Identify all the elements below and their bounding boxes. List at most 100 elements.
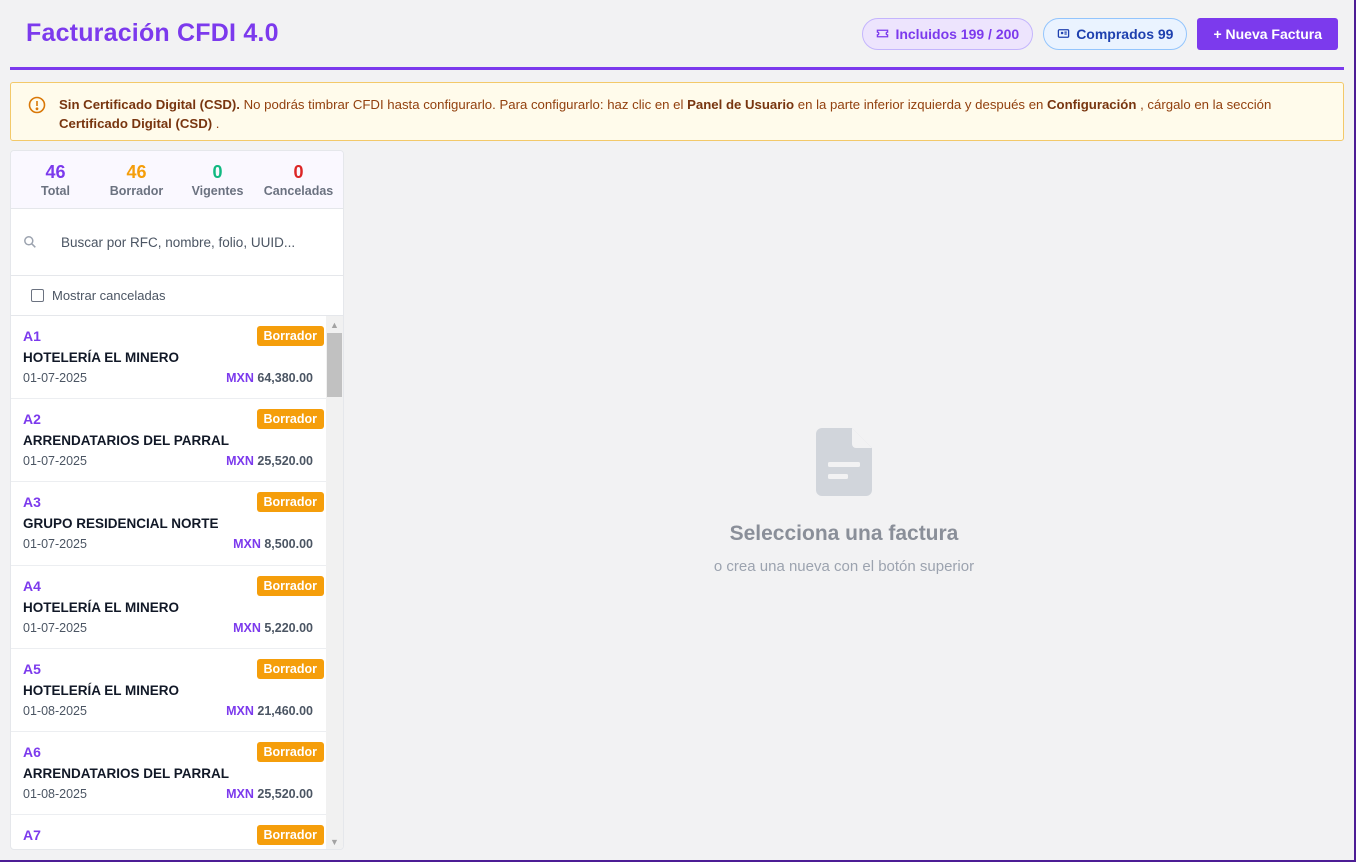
invoice-amount-value: 21,460.00 (257, 703, 313, 718)
invoice-amount: MXN 5,220.00 (233, 620, 315, 636)
stat-cancelled[interactable]: 0 Canceladas (261, 161, 337, 198)
new-invoice-button[interactable]: + Nueva Factura (1197, 17, 1338, 50)
invoice-list-scrollbar[interactable]: ▲ ▼ (326, 316, 343, 849)
stat-total-label: Total (41, 184, 70, 198)
invoice-amount-value: 25,520.00 (257, 786, 313, 801)
warning-text: en la parte inferior izquierda y después… (794, 97, 1048, 112)
invoice-date: 01-07-2025 (23, 371, 87, 385)
search-icon (24, 236, 36, 248)
stat-cancelled-label: Canceladas (263, 184, 334, 198)
stat-total-value: 46 (45, 162, 66, 182)
stat-draft-value: 46 (126, 162, 147, 182)
warning-text: , cárgalo en la sección (1136, 97, 1272, 112)
alert-circle-icon (28, 96, 46, 114)
invoice-amount: MXN 25,520.00 (226, 453, 315, 469)
show-cancelled-label: Mostrar canceladas (52, 288, 166, 303)
invoice-stats: 46 Total 46 Borrador 0 Vigentes 0 Cancel… (11, 151, 343, 209)
scroll-up-arrow-icon[interactable]: ▲ (326, 316, 343, 333)
invoice-currency: MXN (226, 703, 254, 718)
status-badge: Borrador (256, 658, 324, 679)
stat-valid-value: 0 (212, 162, 223, 182)
scroll-down-arrow-icon[interactable]: ▼ (326, 833, 343, 849)
invoice-date: 01-08-2025 (23, 786, 87, 801)
warning-text: No podrás timbrar CFDI hasta configurarl… (239, 97, 688, 112)
invoice-amount: MXN 8,500.00 (233, 536, 315, 552)
warning-configuration-text: Configuración (1047, 97, 1137, 112)
warning-message: Sin Certificado Digital (CSD). No podrás… (59, 95, 1329, 133)
invoice-currency: MXN (226, 786, 254, 801)
invoice-amount: MXN 64,380.00 (226, 370, 315, 386)
invoice-list-item[interactable]: A3 Borrador GRUPO RESIDENCIAL NORTE 01-07-2… (11, 482, 327, 566)
status-badge: Borrador (256, 492, 324, 513)
empty-state-title: Selecciona una factura (729, 522, 959, 545)
included-stamps-label: Incluidos 199 / 200 (895, 25, 1020, 42)
invoice-list: A1 Borrador HOTELERÍA EL MINERO 01-07-2025 M… (11, 316, 327, 849)
stat-draft[interactable]: 46 Borrador (99, 161, 175, 198)
invoice-amount-value: 5,220.00 (264, 620, 313, 635)
invoice-meta-row: 01-07-2025 MXN 5,220.00 (23, 620, 315, 636)
warning-user-panel-text: Panel de Usuario (687, 97, 795, 112)
invoice-date: 01-08-2025 (23, 703, 87, 718)
header-actions: Incluidos 199 / 200 Comprados 99 + Nueva… (862, 17, 1338, 50)
status-badge: Borrador (256, 825, 324, 846)
ticket-icon (877, 29, 889, 38)
invoice-meta-row: 01-08-2025 MXN 21,460.00 (23, 703, 315, 719)
invoice-amount-value: 25,520.00 (257, 454, 313, 469)
included-stamps-pill[interactable]: Incluidos 199 / 200 (862, 17, 1034, 50)
invoice-sidebar: 46 Total 46 Borrador 0 Vigentes 0 Cancel… (10, 150, 344, 850)
bought-stamps-pill[interactable]: Comprados 99 (1043, 17, 1188, 50)
invoice-amount-value: 64,380.00 (257, 371, 313, 385)
invoice-client-name: HOTELERÍA EL MINERO (23, 599, 180, 615)
invoice-currency: MXN (226, 454, 254, 469)
stat-cancelled-value: 0 (293, 162, 304, 182)
stat-valid-label: Vigentes (191, 184, 244, 198)
document-icon (816, 428, 872, 496)
invoice-date: 01-07-2025 (23, 454, 87, 469)
stat-draft-label: Borrador (109, 184, 164, 198)
warning-strong-text: Sin Certificado Digital (CSD). (59, 97, 240, 112)
status-badge: Borrador (256, 575, 324, 596)
warning-text: . (212, 116, 220, 131)
invoice-list-item[interactable]: A4 Borrador HOTELERÍA EL MINERO 01-07-2025 M… (11, 566, 327, 649)
show-cancelled-checkbox[interactable] (31, 289, 44, 302)
invoice-list-item[interactable]: A6 Borrador ARRENDATARIOS DEL PARRAL 01-08-… (11, 732, 327, 816)
invoice-list-item[interactable]: A1 Borrador HOTELERÍA EL MINERO 01-07-2025 M… (11, 316, 327, 400)
empty-state: Selecciona una factura o crea una nueva … (344, 150, 1344, 850)
page-title: Facturación CFDI 4.0 (26, 19, 279, 47)
invoice-date: 01-07-2025 (23, 620, 87, 635)
show-cancelled-filter[interactable]: Mostrar canceladas (11, 276, 343, 316)
invoice-client-name: ARRENDATARIOS DEL PARRAL (23, 433, 230, 449)
search-bar (11, 209, 343, 276)
invoice-list-container: A1 Borrador HOTELERÍA EL MINERO 01-07-2025 M… (11, 316, 343, 849)
empty-state-subtitle: o crea una nueva con el botón superior (713, 558, 975, 575)
status-badge: Borrador (256, 326, 324, 346)
invoice-currency: MXN (233, 620, 261, 635)
status-badge: Borrador (256, 741, 324, 762)
invoice-client-name: HOTELERÍA EL MINERO (23, 682, 180, 698)
invoice-date: 01-07-2025 (23, 537, 87, 552)
page-header: Facturación CFDI 4.0 Incluidos 199 / 200… (10, 0, 1344, 70)
stat-total[interactable]: 46 Total (18, 161, 94, 198)
invoice-client-name: HOTELERÍA EL MINERO (23, 350, 180, 365)
bought-stamps-label: Comprados 99 (1076, 25, 1174, 42)
search-input[interactable] (61, 234, 321, 250)
invoice-list-item[interactable]: A7 Borrador (11, 815, 327, 849)
invoice-meta-row: 01-07-2025 MXN 64,380.00 (23, 370, 315, 386)
invoice-currency: MXN (233, 537, 261, 552)
csd-warning-banner: Sin Certificado Digital (CSD). No podrás… (10, 82, 1344, 141)
invoice-meta-row: 01-07-2025 MXN 8,500.00 (23, 536, 315, 552)
invoice-client-name: GRUPO RESIDENCIAL NORTE (23, 516, 219, 532)
invoice-amount-value: 8,500.00 (264, 537, 313, 552)
invoice-list-item[interactable]: A5 Borrador HOTELERÍA EL MINERO 01-08-2025 M… (11, 649, 327, 732)
invoice-amount: MXN 25,520.00 (226, 786, 315, 802)
invoice-currency: MXN (226, 371, 254, 385)
invoice-meta-row: 01-07-2025 MXN 25,520.00 (23, 453, 315, 469)
invoice-list-item[interactable]: A2 Borrador ARRENDATARIOS DEL PARRAL 01-07-… (11, 399, 327, 483)
stat-valid[interactable]: 0 Vigentes (180, 161, 256, 198)
ticket-icon (1057, 29, 1070, 38)
status-badge: Borrador (256, 409, 324, 430)
invoice-meta-row: 01-08-2025 MXN 25,520.00 (23, 786, 315, 802)
scrollbar-thumb[interactable] (327, 333, 342, 397)
warning-csd-section-text: Certificado Digital (CSD) (59, 116, 213, 131)
invoice-amount: MXN 21,460.00 (226, 703, 315, 719)
